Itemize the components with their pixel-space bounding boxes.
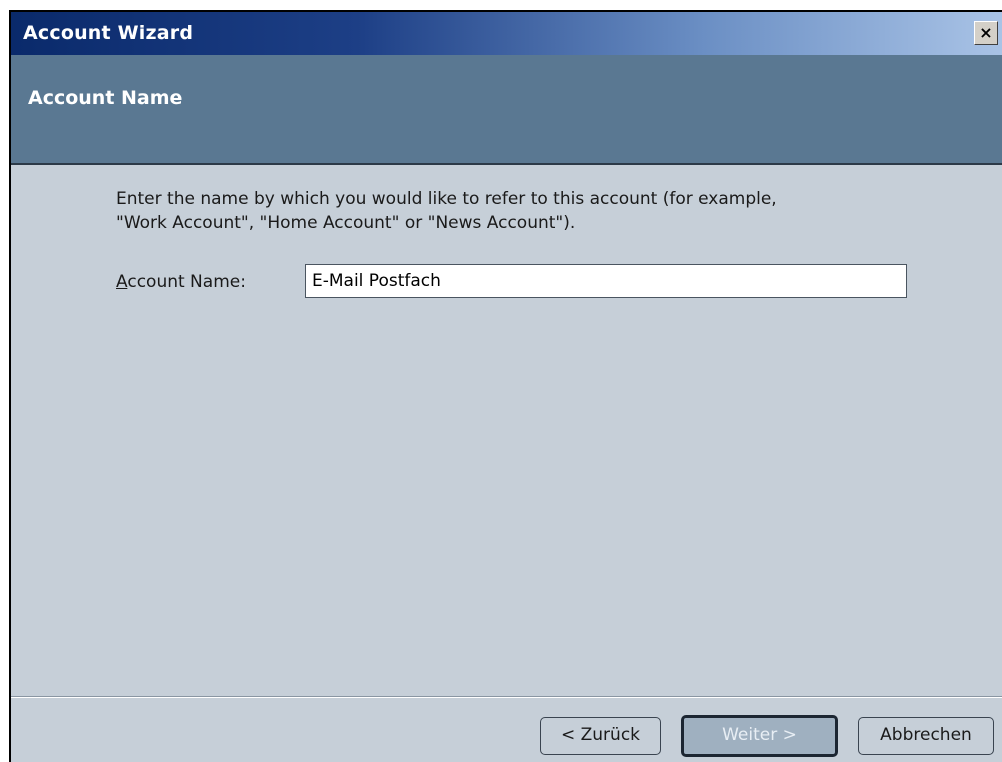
window-title: Account Wizard — [23, 22, 194, 44]
account-name-label: Account Name: — [116, 272, 246, 292]
cancel-button[interactable]: Abbrechen — [858, 717, 994, 755]
account-name-label-text: ccount Name: — [127, 272, 246, 292]
title-bar: Account Wizard × — [11, 12, 1002, 55]
close-button[interactable]: × — [974, 21, 998, 45]
close-icon: × — [979, 23, 993, 42]
account-wizard-window: Account Wizard × Account Name Enter the … — [9, 10, 1002, 762]
account-name-label-accesskey: A — [116, 272, 128, 292]
instructions-line-1: Enter the name by which you would like t… — [116, 189, 777, 209]
account-name-input[interactable] — [305, 264, 907, 298]
back-button[interactable]: < Zurück — [540, 717, 661, 755]
next-button[interactable]: Weiter > — [681, 715, 838, 757]
wizard-content: Enter the name by which you would like t… — [11, 165, 1002, 690]
wizard-page-header: Account Name — [11, 55, 1002, 165]
instructions-line-2: "Work Account", "Home Account" or "News … — [116, 213, 576, 233]
instructions-text: Enter the name by which you would like t… — [116, 187, 916, 235]
footer-divider — [11, 696, 1002, 698]
page-title: Account Name — [28, 87, 183, 109]
